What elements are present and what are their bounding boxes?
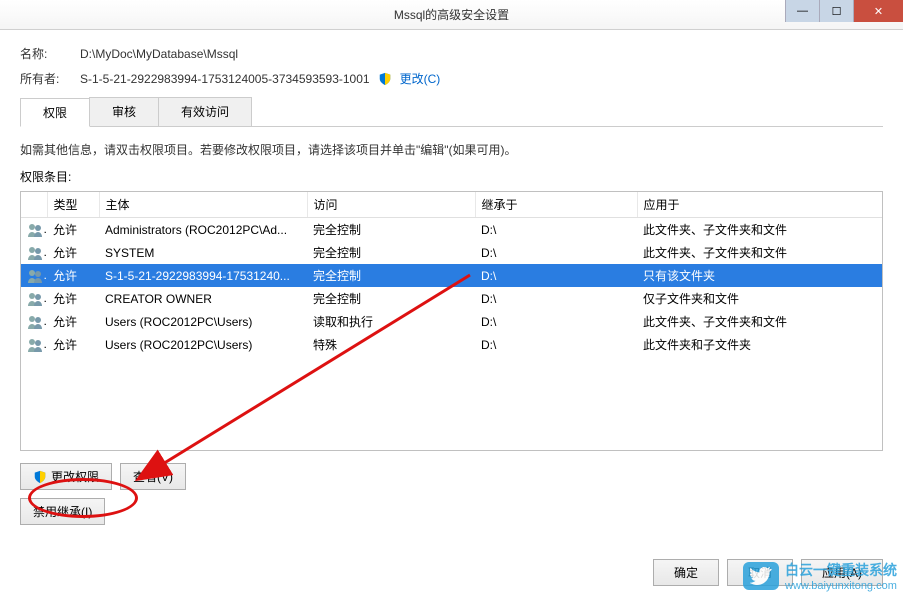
cell-inherited_from: D:\ bbox=[475, 310, 637, 333]
shield-icon bbox=[33, 470, 47, 484]
cell-access: 完全控制 bbox=[307, 218, 475, 242]
users-icon bbox=[27, 291, 43, 307]
tab-2[interactable]: 有效访问 bbox=[158, 97, 252, 126]
users-icon bbox=[27, 337, 43, 353]
tab-0[interactable]: 权限 bbox=[20, 98, 90, 127]
change-permissions-button[interactable]: 更改权限 bbox=[20, 463, 112, 490]
col-type-header[interactable]: 类型 bbox=[47, 192, 99, 218]
cell-type: 允许 bbox=[47, 287, 99, 310]
cell-type: 允许 bbox=[47, 264, 99, 287]
cell-inherited_from: D:\ bbox=[475, 241, 637, 264]
ok-button[interactable]: 确定 bbox=[653, 559, 719, 586]
entries-label: 权限条目: bbox=[20, 168, 883, 185]
col-icon-header[interactable] bbox=[21, 192, 47, 218]
col-principal-header[interactable]: 主体 bbox=[99, 192, 307, 218]
cell-inherited_from: D:\ bbox=[475, 333, 637, 356]
cell-inherited_from: D:\ bbox=[475, 264, 637, 287]
watermark-logo-icon bbox=[743, 562, 779, 590]
tab-1[interactable]: 审核 bbox=[89, 97, 159, 126]
cell-principal: Users (ROC2012PC\Users) bbox=[99, 310, 307, 333]
titlebar: Mssql的高级安全设置 — ☐ ✕ bbox=[0, 0, 903, 30]
cell-access: 完全控制 bbox=[307, 287, 475, 310]
table-row[interactable]: 允许Users (ROC2012PC\Users)特殊D:\此文件夹和子文件夹 bbox=[21, 333, 882, 356]
tabs: 权限审核有效访问 bbox=[20, 97, 883, 127]
name-value: D:\MyDoc\MyDatabase\Mssql bbox=[80, 47, 238, 61]
cell-type: 允许 bbox=[47, 333, 99, 356]
cell-access: 完全控制 bbox=[307, 264, 475, 287]
col-applies-header[interactable]: 应用于 bbox=[637, 192, 882, 218]
watermark-text1: 白云一键重装系统 bbox=[785, 560, 897, 580]
view-label: 查看(V) bbox=[133, 468, 173, 485]
cell-applies_to: 此文件夹和子文件夹 bbox=[637, 333, 882, 356]
cell-applies_to: 此文件夹、子文件夹和文件 bbox=[637, 241, 882, 264]
cell-inherited_from: D:\ bbox=[475, 287, 637, 310]
cell-applies_to: 此文件夹、子文件夹和文件 bbox=[637, 218, 882, 242]
cell-type: 允许 bbox=[47, 310, 99, 333]
cell-applies_to: 只有该文件夹 bbox=[637, 264, 882, 287]
maximize-button[interactable]: ☐ bbox=[819, 0, 853, 22]
watermark: 白云一键重装系统 www.baiyunxitong.com bbox=[743, 560, 897, 592]
shield-icon bbox=[378, 72, 392, 86]
cell-applies_to: 此文件夹、子文件夹和文件 bbox=[637, 310, 882, 333]
users-icon bbox=[27, 314, 43, 330]
cell-access: 特殊 bbox=[307, 333, 475, 356]
users-icon bbox=[27, 245, 43, 261]
cell-applies_to: 仅子文件夹和文件 bbox=[637, 287, 882, 310]
users-icon bbox=[27, 268, 43, 284]
name-label: 名称: bbox=[20, 45, 80, 62]
cell-principal: Users (ROC2012PC\Users) bbox=[99, 333, 307, 356]
table-row[interactable]: 允许CREATOR OWNER完全控制D:\仅子文件夹和文件 bbox=[21, 287, 882, 310]
disable-inheritance-label: 禁用继承(I) bbox=[33, 503, 92, 520]
table-row[interactable]: 允许Administrators (ROC2012PC\Ad...完全控制D:\… bbox=[21, 218, 882, 242]
cell-inherited_from: D:\ bbox=[475, 218, 637, 242]
watermark-text2: www.baiyunxitong.com bbox=[785, 580, 897, 592]
change-permissions-label: 更改权限 bbox=[51, 468, 99, 485]
cell-type: 允许 bbox=[47, 241, 99, 264]
users-icon bbox=[27, 222, 43, 238]
change-owner-link[interactable]: 更改(C) bbox=[400, 70, 441, 87]
table-row[interactable]: 允许SYSTEM完全控制D:\此文件夹、子文件夹和文件 bbox=[21, 241, 882, 264]
cell-type: 允许 bbox=[47, 218, 99, 242]
owner-value: S-1-5-21-2922983994-1753124005-373459359… bbox=[80, 72, 370, 86]
instructions-text: 如需其他信息，请双击权限项目。若要修改权限项目，请选择该项目并单击"编辑"(如果… bbox=[20, 141, 883, 158]
table-row[interactable]: 允许S-1-5-21-2922983994-17531240...完全控制D:\… bbox=[21, 264, 882, 287]
window-title: Mssql的高级安全设置 bbox=[394, 6, 509, 23]
minimize-button[interactable]: — bbox=[785, 0, 819, 22]
cell-principal: Administrators (ROC2012PC\Ad... bbox=[99, 218, 307, 242]
close-button[interactable]: ✕ bbox=[853, 0, 903, 22]
owner-label: 所有者: bbox=[20, 70, 80, 87]
table-row[interactable]: 允许Users (ROC2012PC\Users)读取和执行D:\此文件夹、子文… bbox=[21, 310, 882, 333]
col-inherited-header[interactable]: 继承于 bbox=[475, 192, 637, 218]
disable-inheritance-button[interactable]: 禁用继承(I) bbox=[20, 498, 105, 525]
permissions-list[interactable]: 类型 主体 访问 继承于 应用于 允许Administrators (ROC20… bbox=[20, 191, 883, 451]
cell-access: 读取和执行 bbox=[307, 310, 475, 333]
ok-label: 确定 bbox=[674, 564, 698, 581]
cell-principal: SYSTEM bbox=[99, 241, 307, 264]
cell-access: 完全控制 bbox=[307, 241, 475, 264]
window-buttons: — ☐ ✕ bbox=[785, 0, 903, 22]
cell-principal: S-1-5-21-2922983994-17531240... bbox=[99, 264, 307, 287]
cell-principal: CREATOR OWNER bbox=[99, 287, 307, 310]
col-access-header[interactable]: 访问 bbox=[307, 192, 475, 218]
view-button[interactable]: 查看(V) bbox=[120, 463, 186, 490]
